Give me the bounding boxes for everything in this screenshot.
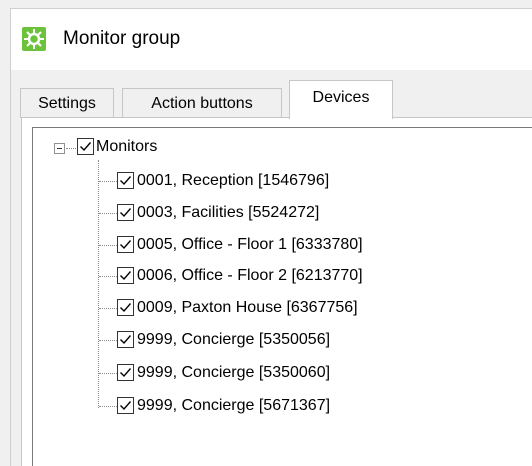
tab-strip: Settings Action buttons Devices: [12, 80, 532, 119]
checkmark-icon: [80, 142, 92, 152]
device-checkbox[interactable]: [117, 267, 134, 284]
device-checkbox[interactable]: [117, 331, 134, 348]
device-checkbox[interactable]: [117, 204, 134, 221]
tree-connector: [66, 148, 76, 149]
device-checkbox[interactable]: [117, 299, 134, 316]
checkmark-icon: [120, 271, 132, 281]
tree-item-device[interactable]: 0003, Facilities [5524272]: [137, 204, 319, 222]
tree-connector: [99, 181, 117, 182]
tree-root-monitors[interactable]: Monitors: [96, 138, 157, 156]
tree-connector: [99, 213, 117, 214]
title-bar: Monitor group: [10, 8, 532, 70]
tree-item-device[interactable]: 0009, Paxton House [6367756]: [137, 299, 358, 317]
tree-connector: [99, 245, 117, 246]
tree-item-device[interactable]: 9999, Concierge [5350056]: [137, 331, 330, 349]
monitor-group-app-icon: [22, 27, 46, 51]
monitor-group-window: Monitor group Settings Action buttons De…: [0, 0, 532, 466]
window-title: Monitor group: [63, 28, 181, 49]
tree-item-device[interactable]: 0001, Reception [1546796]: [137, 172, 329, 190]
checkmark-icon: [120, 240, 132, 250]
checkmark-icon: [120, 303, 132, 313]
checkmark-icon: [120, 401, 132, 411]
tab-devices[interactable]: Devices: [289, 80, 393, 119]
checkmark-icon: [120, 208, 132, 218]
device-checkbox[interactable]: [117, 364, 134, 381]
checkmark-icon: [120, 335, 132, 345]
tree-connector: [99, 373, 117, 374]
tree-connector: [99, 276, 117, 277]
monitors-checkbox[interactable]: [77, 138, 94, 155]
tree-item-device[interactable]: 9999, Concierge [5671367]: [137, 397, 330, 415]
tree-item-device[interactable]: 9999, Concierge [5350060]: [137, 364, 330, 382]
tree-connector: [99, 340, 117, 341]
tree-connector: [99, 308, 117, 309]
device-checkbox[interactable]: [117, 172, 134, 189]
tree-connector: [99, 406, 117, 407]
collapse-minus-icon[interactable]: [54, 143, 65, 154]
tree-item-device[interactable]: 0005, Office - Floor 1 [6333780]: [137, 236, 363, 254]
checkmark-icon: [120, 176, 132, 186]
tab-settings[interactable]: Settings: [20, 88, 114, 118]
tree-connector: [98, 160, 99, 408]
device-checkbox[interactable]: [117, 236, 134, 253]
tree-item-device[interactable]: 0006, Office - Floor 2 [6213770]: [137, 267, 363, 285]
tab-action-buttons[interactable]: Action buttons: [122, 88, 282, 118]
device-checkbox[interactable]: [117, 397, 134, 414]
checkmark-icon: [120, 368, 132, 378]
